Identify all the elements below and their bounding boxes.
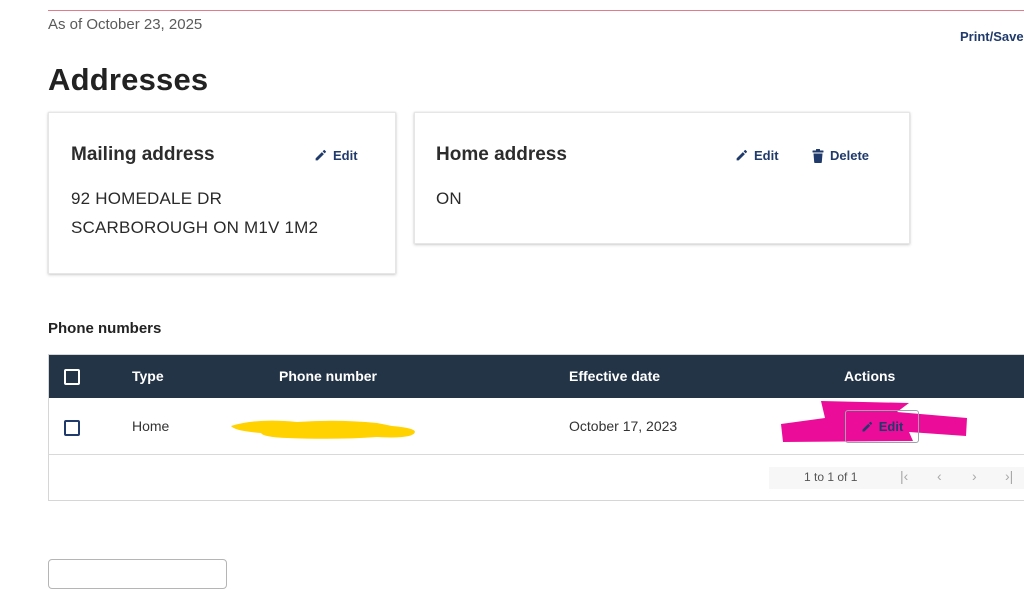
- prev-page-icon[interactable]: ‹: [937, 468, 942, 484]
- trash-icon: [812, 148, 824, 163]
- first-page-icon[interactable]: |‹: [900, 468, 908, 484]
- mailing-edit-button[interactable]: Edit: [314, 148, 358, 163]
- mailing-address-title: Mailing address: [71, 144, 215, 165]
- next-page-icon[interactable]: ›: [972, 468, 977, 484]
- mailing-address-card: Mailing address Edit 92 HOMEDALE DR SCAR…: [48, 112, 396, 274]
- pencil-icon: [315, 149, 327, 161]
- page-title: Addresses: [48, 62, 209, 97]
- phone-numbers-table: Type Phone number Effective date Actions…: [48, 354, 1024, 501]
- table-header-row: Type Phone number Effective date Actions: [49, 355, 1024, 398]
- column-header-effective-date[interactable]: Effective date: [569, 368, 660, 384]
- mailing-edit-label: Edit: [333, 148, 358, 163]
- pencil-icon: [736, 149, 748, 161]
- print-save-link[interactable]: Print/Save: [960, 29, 1024, 44]
- pagination-summary: 1 to 1 of 1: [804, 470, 858, 484]
- home-edit-button[interactable]: Edit: [735, 148, 779, 163]
- phone-numbers-heading: Phone numbers: [48, 320, 162, 337]
- home-delete-label: Delete: [830, 148, 870, 163]
- row-edit-button[interactable]: Edit: [845, 410, 919, 443]
- row-edit-label: Edit: [878, 419, 904, 434]
- home-edit-label: Edit: [754, 148, 779, 163]
- select-all-checkbox[interactable]: [64, 369, 80, 385]
- column-header-actions: Actions: [844, 368, 896, 384]
- column-header-type[interactable]: Type: [132, 368, 164, 384]
- redaction-mark-yellow: [231, 420, 415, 439]
- row-checkbox[interactable]: [64, 420, 80, 436]
- mailing-address-line2: SCARBOROUGH ON M1V 1M2: [71, 218, 319, 237]
- column-header-phone-number[interactable]: Phone number: [279, 368, 377, 384]
- pencil-icon: [862, 421, 872, 431]
- home-address-title: Home address: [436, 144, 567, 165]
- home-address-card: Home address Edit Delete ON: [414, 112, 910, 244]
- table-row: Home October 17, 2023 Edit: [49, 398, 1024, 455]
- mailing-address-line1: 92 HOMEDALE DR: [71, 189, 223, 208]
- table-pagination: 1 to 1 of 1 |‹ ‹ › ›|: [49, 455, 1024, 501]
- home-delete-button[interactable]: Delete: [812, 148, 869, 163]
- home-address-line1: ON: [436, 189, 462, 208]
- phone-type-cell: Home: [132, 418, 170, 434]
- as-of-date: As of October 23, 2025: [48, 16, 203, 33]
- effective-date-cell: October 17, 2023: [569, 418, 678, 434]
- last-page-icon[interactable]: ›|: [1005, 468, 1013, 484]
- top-divider: [48, 10, 1024, 11]
- bottom-action-button[interactable]: [48, 559, 227, 589]
